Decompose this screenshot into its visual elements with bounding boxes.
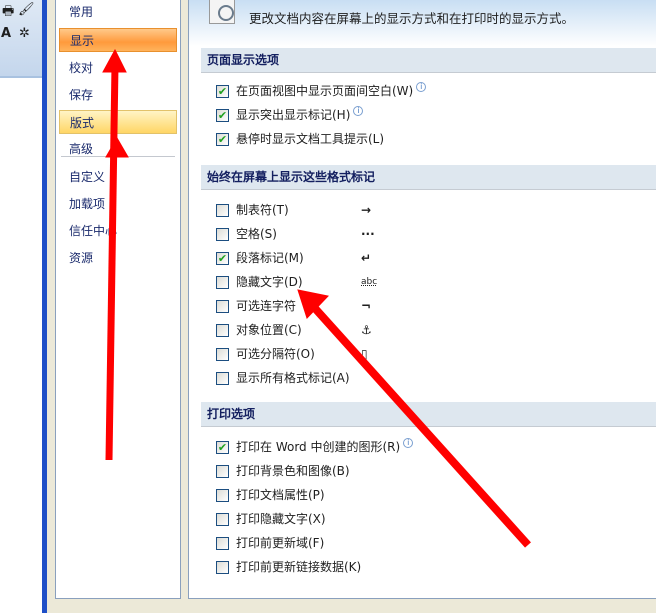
word-background-window: 🖶 🖌 A ✲: [0, 0, 45, 613]
format-mark-symbol-icon: ▯: [361, 347, 368, 361]
checkbox[interactable]: [216, 299, 229, 313]
text-effect-icon[interactable]: ✲: [19, 26, 30, 41]
option-row[interactable]: 打印隐藏文字(X): [216, 510, 326, 528]
info-icon[interactable]: i: [416, 82, 427, 92]
checkbox[interactable]: [216, 464, 229, 478]
checkbox[interactable]: [216, 347, 229, 361]
option-row[interactable]: ✔ 悬停时显示文档工具提示(L): [216, 130, 384, 148]
printer-icon[interactable]: 🖶: [2, 2, 14, 24]
section-header: 页面显示选项: [201, 48, 656, 73]
checkbox[interactable]: [216, 488, 229, 502]
checkbox[interactable]: [216, 560, 229, 574]
checkbox[interactable]: [216, 371, 229, 385]
option-label: 打印文档属性(P): [236, 488, 325, 502]
option-label: 隐藏文字(D): [236, 275, 303, 289]
nav-item-9[interactable]: 资源: [59, 246, 177, 270]
checkbox[interactable]: [216, 323, 229, 337]
section-header: 始终在屏幕上显示这些格式标记: [201, 165, 656, 190]
content-header: 更改文档内容在屏幕上的显示方式和在打印时的显示方式。: [189, 0, 656, 46]
option-row[interactable]: 打印背景色和图像(B): [216, 462, 350, 480]
section-header: 打印选项: [201, 402, 656, 427]
format-mark-symbol-icon: ···: [361, 227, 375, 241]
option-row[interactable]: ✔ 在页面视图中显示页面间空白(W) i: [216, 82, 427, 100]
nav-item-7[interactable]: 加载项: [59, 192, 177, 216]
info-icon[interactable]: i: [353, 106, 364, 116]
option-row[interactable]: 隐藏文字(D): [216, 273, 303, 291]
option-row[interactable]: 制表符(T): [216, 201, 289, 219]
format-mark-symbol-icon: ¬: [361, 299, 372, 313]
options-nav: 常用显示校对保存版式高级自定义加载项信任中心资源: [55, 0, 181, 599]
option-label: 对象位置(C): [236, 323, 302, 337]
nav-item-6[interactable]: 自定义: [59, 165, 177, 189]
option-label: 在页面视图中显示页面间空白(W): [236, 84, 414, 98]
ribbon-fragment: 🖶 🖌 A ✲: [0, 0, 45, 78]
option-label: 可选分隔符(O): [236, 347, 315, 361]
format-painter-icon[interactable]: 🖌: [18, 2, 35, 17]
option-label: 显示突出显示标记(H): [236, 108, 351, 122]
checkbox[interactable]: ✔: [216, 108, 229, 122]
option-row[interactable]: 对象位置(C): [216, 321, 302, 339]
option-label: 段落标记(M): [236, 251, 304, 265]
document-magnifier-icon: [209, 0, 235, 24]
format-mark-symbol-icon: ⚓: [361, 323, 372, 337]
option-row[interactable]: ✔ 显示突出显示标记(H) i: [216, 106, 364, 124]
nav-item-4[interactable]: 版式: [59, 110, 177, 134]
checkbox[interactable]: [216, 536, 229, 550]
format-mark-symbol-icon: abc: [361, 277, 378, 287]
option-label: 空格(S): [236, 227, 277, 241]
option-label: 悬停时显示文档工具提示(L): [236, 132, 385, 146]
option-label: 打印背景色和图像(B): [236, 464, 350, 478]
checkbox[interactable]: ✔: [216, 84, 229, 98]
checkbox[interactable]: ✔: [216, 440, 229, 454]
option-row[interactable]: 打印文档属性(P): [216, 486, 325, 504]
nav-item-8[interactable]: 信任中心: [59, 219, 177, 243]
option-label: 打印在 Word 中创建的图形(R): [236, 440, 401, 454]
checkbox[interactable]: ✔: [216, 251, 229, 265]
nav-separator: [61, 156, 175, 157]
option-row[interactable]: 可选连字符: [216, 297, 296, 315]
nav-item-3[interactable]: 保存: [59, 83, 177, 107]
checkbox[interactable]: ✔: [216, 132, 229, 146]
info-icon[interactable]: i: [403, 438, 414, 448]
option-row[interactable]: 打印前更新链接数据(K): [216, 558, 361, 576]
checkbox[interactable]: [216, 512, 229, 526]
option-label: 打印隐藏文字(X): [236, 512, 326, 526]
option-row[interactable]: 打印前更新域(F): [216, 534, 324, 552]
nav-item-1[interactable]: 显示: [59, 28, 177, 52]
options-content: 更改文档内容在屏幕上的显示方式和在打印时的显示方式。 页面显示选项 ✔ 在页面视图中…: [188, 0, 656, 599]
font-a-icon[interactable]: A: [1, 26, 11, 41]
checkbox[interactable]: [216, 275, 229, 289]
option-label: 可选连字符: [236, 299, 297, 313]
option-row[interactable]: 显示所有格式标记(A): [216, 369, 350, 387]
nav-item-0[interactable]: 常用: [59, 0, 177, 24]
nav-item-2[interactable]: 校对: [59, 56, 177, 80]
option-row[interactable]: ✔ 段落标记(M): [216, 249, 304, 267]
option-row[interactable]: ✔ 打印在 Word 中创建的图形(R) i: [216, 438, 414, 456]
option-label: 打印前更新链接数据(K): [236, 560, 362, 574]
option-row[interactable]: 空格(S): [216, 225, 277, 243]
checkbox[interactable]: [216, 227, 229, 241]
checkbox[interactable]: [216, 203, 229, 217]
option-row[interactable]: 可选分隔符(O): [216, 345, 315, 363]
window-border: [42, 0, 47, 613]
option-label: 打印前更新域(F): [236, 536, 325, 550]
format-mark-symbol-icon: →: [361, 203, 372, 217]
option-label: 显示所有格式标记(A): [236, 371, 350, 385]
format-mark-symbol-icon: ↵: [361, 251, 372, 265]
nav-item-5[interactable]: 高级: [59, 137, 177, 161]
option-label: 制表符(T): [236, 203, 289, 217]
header-description: 更改文档内容在屏幕上的显示方式和在打印时的显示方式。: [249, 11, 575, 26]
